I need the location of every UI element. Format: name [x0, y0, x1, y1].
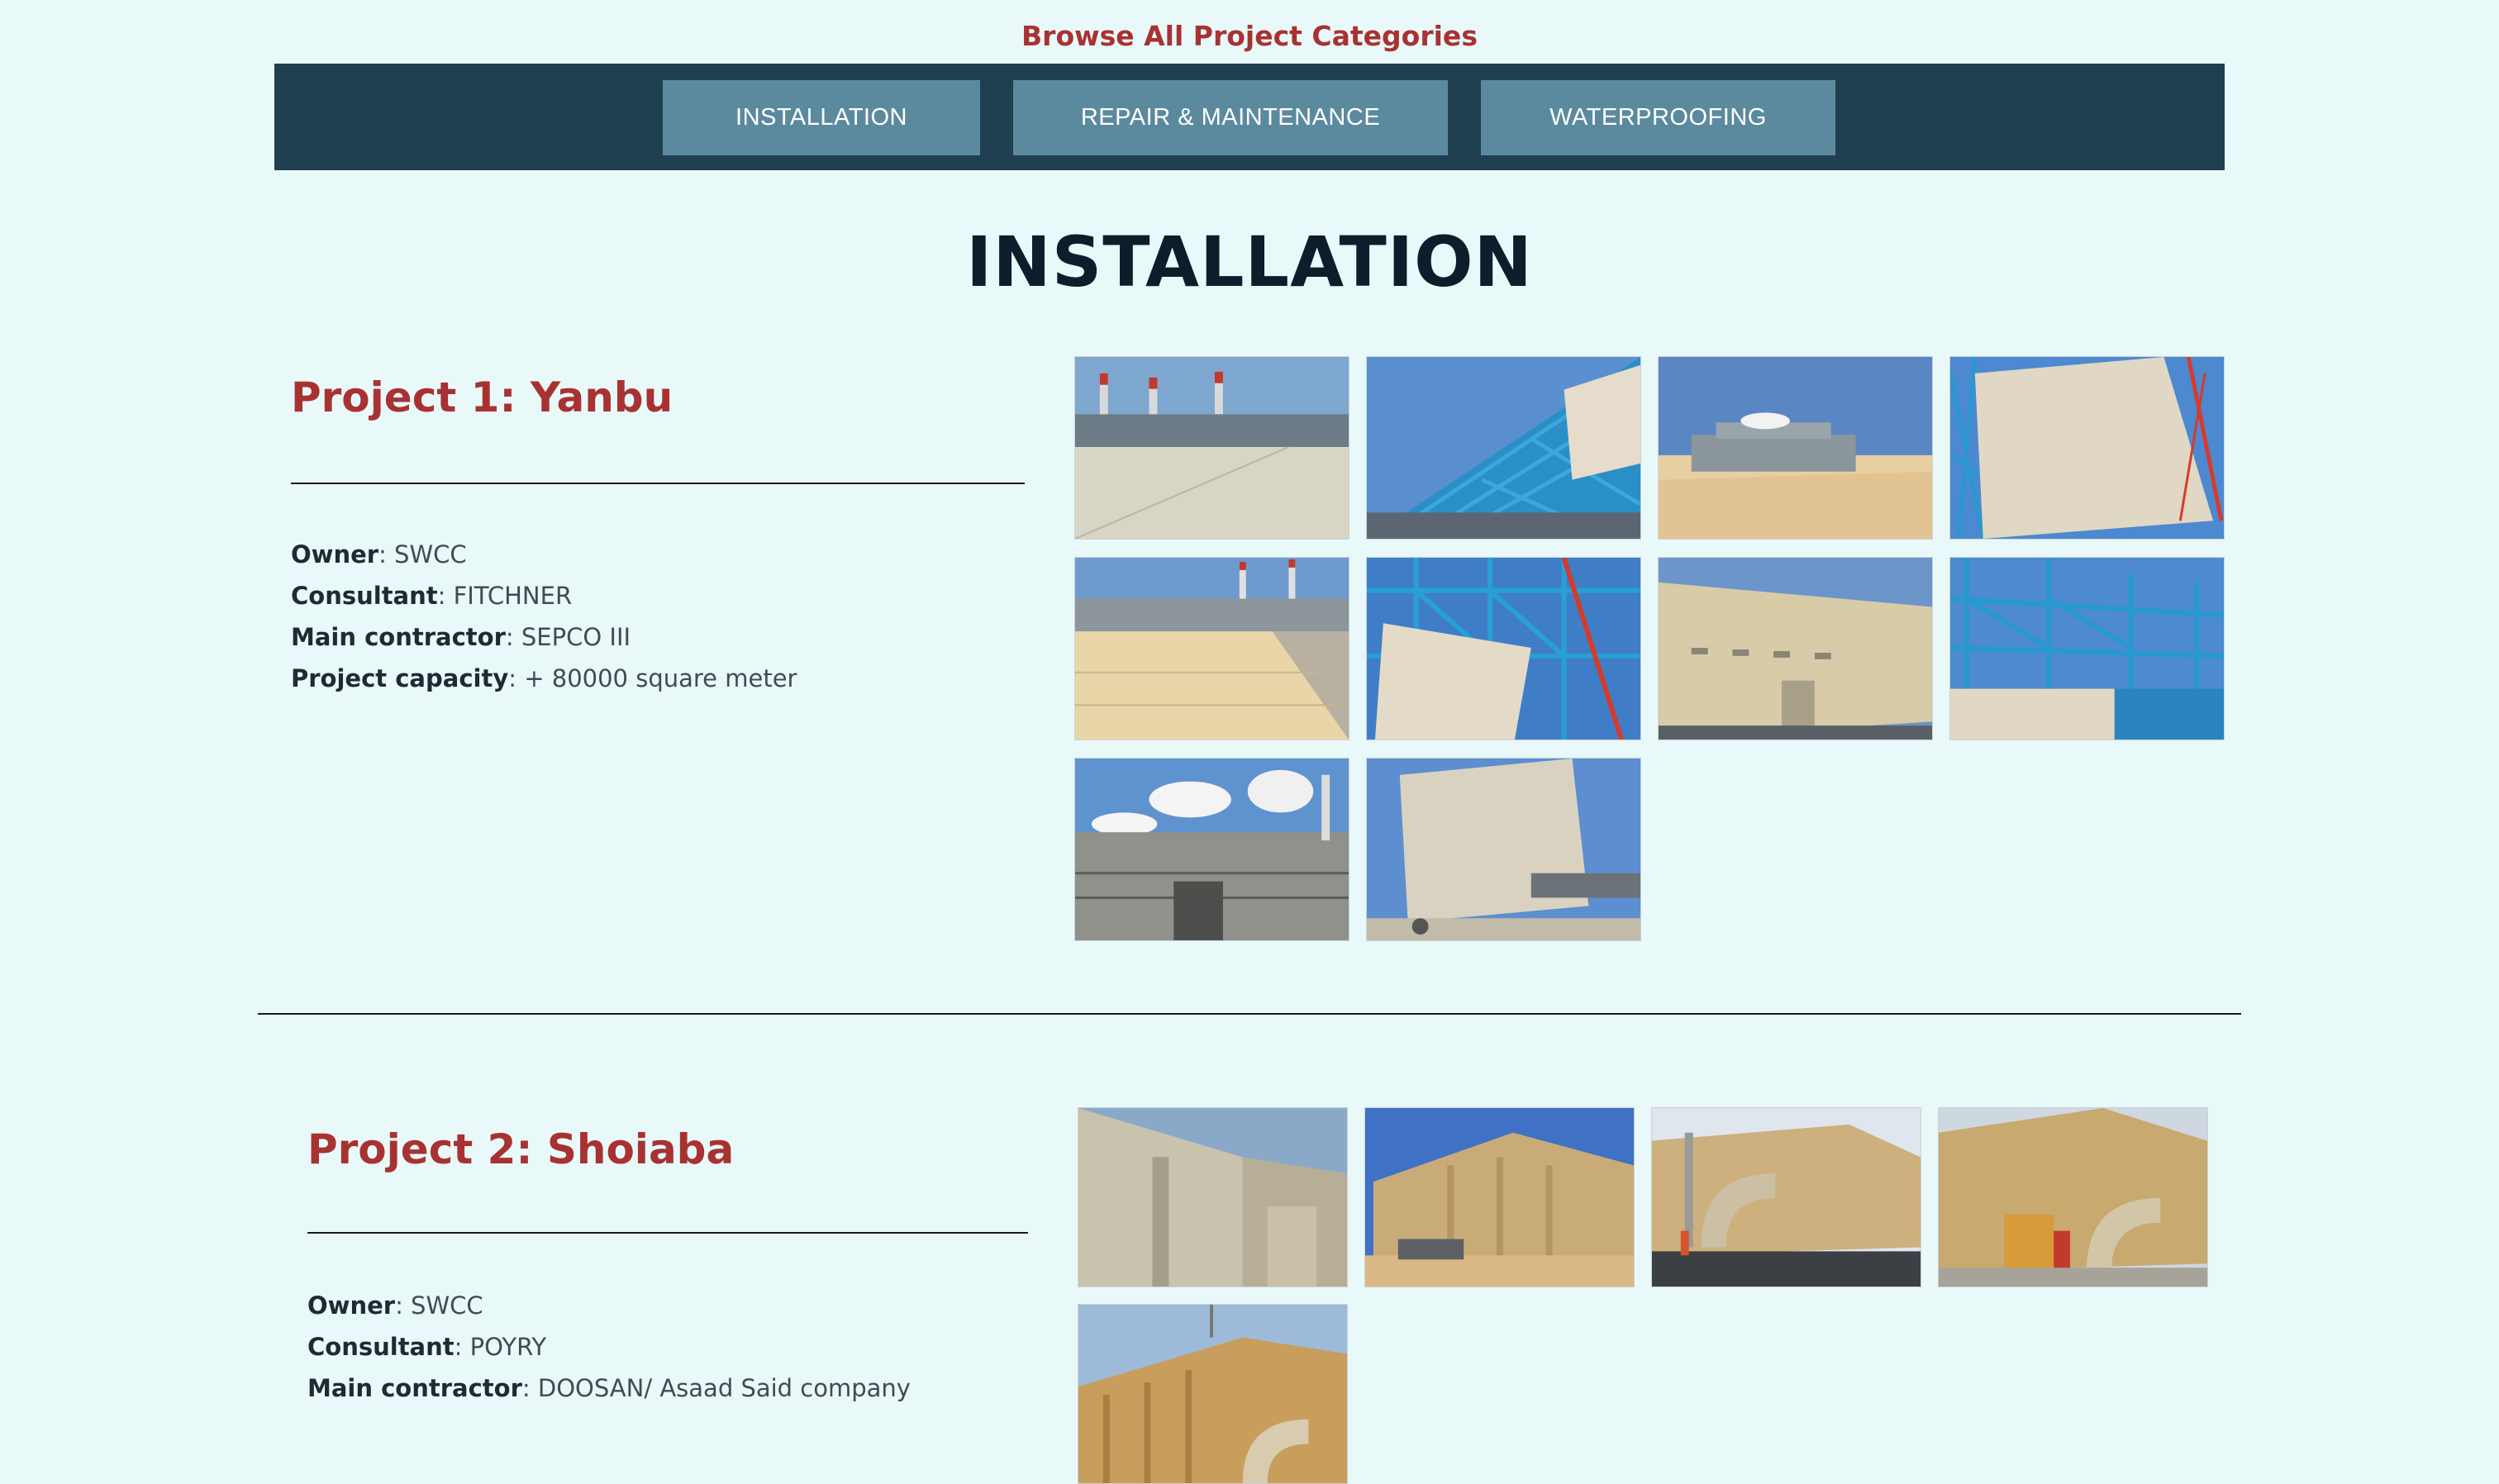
project-2-main-contractor: Main contractor: DOOSAN/ Asaad Said comp… [307, 1374, 911, 1402]
project-1-photo-10[interactable] [1366, 758, 1641, 941]
tab-waterproofing[interactable]: WATERPROOFING [1481, 80, 1835, 155]
category-nav: INSTALLATION REPAIR & MAINTENANCE WATERP… [274, 64, 2225, 170]
project-1-photo-1[interactable] [1074, 356, 1349, 540]
project-1-photo-4[interactable] [1949, 356, 2225, 540]
project-2-title: Project 2: Shoiaba [307, 1125, 735, 1173]
project-2-photo-2[interactable] [1364, 1107, 1635, 1287]
project-1-divider [291, 483, 1025, 484]
project-2-owner: Owner: SWCC [307, 1291, 483, 1320]
project-1-photo-5[interactable] [1074, 557, 1349, 740]
project-2-details: Owner: SWCC Consultant: POYRY Main contr… [307, 1285, 911, 1409]
project-1-photo-8[interactable] [1949, 557, 2225, 740]
project-2-divider [307, 1232, 1028, 1234]
browse-categories-title: Browse All Project Categories [1021, 20, 1478, 52]
project-1-main-contractor: Main contractor: SEPCO III [291, 623, 631, 651]
project-1-photo-7[interactable] [1658, 557, 1933, 740]
section-divider [258, 1013, 2241, 1015]
project-1-photo-9[interactable] [1074, 758, 1349, 941]
project-1-photo-6[interactable] [1366, 557, 1641, 740]
project-2-photo-5[interactable] [1078, 1304, 1348, 1484]
project-2-photo-4[interactable] [1938, 1107, 2208, 1287]
project-1-photo-2[interactable] [1366, 356, 1641, 540]
page-title: INSTALLATION [966, 221, 1533, 302]
project-2-consultant: Consultant: POYRY [307, 1333, 547, 1361]
project-1-title: Project 1: Yanbu [291, 373, 674, 421]
project-1-photo-3[interactable] [1658, 356, 1933, 540]
project-2-photo-1[interactable] [1078, 1107, 1348, 1287]
project-1-details: Owner: SWCC Consultant: FITCHNER Main co… [291, 534, 797, 699]
project-1-capacity: Project capacity: + 80000 square meter [291, 664, 797, 692]
tab-installation[interactable]: INSTALLATION [663, 80, 980, 155]
project-2-photo-3[interactable] [1651, 1107, 1921, 1287]
project-1-consultant: Consultant: FITCHNER [291, 582, 573, 610]
project-1-owner: Owner: SWCC [291, 540, 467, 568]
tab-repair-maintenance[interactable]: REPAIR & MAINTENANCE [1013, 80, 1448, 155]
